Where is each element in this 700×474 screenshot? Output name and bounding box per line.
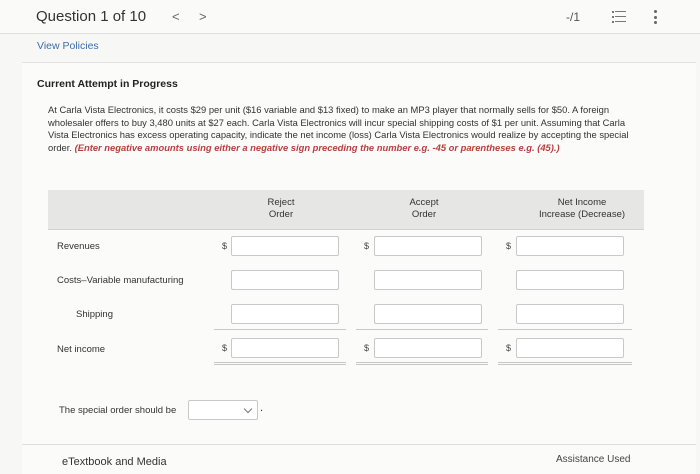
- net-income-reject-input[interactable]: [231, 338, 339, 358]
- question-counter: Question 1 of 10: [36, 8, 147, 25]
- decision-label: The special order should be: [59, 405, 177, 416]
- shipping-reject-input[interactable]: [231, 304, 339, 324]
- subtotal-underline: [356, 329, 488, 330]
- variable-manufacturing-reject-input[interactable]: [231, 270, 339, 290]
- variable-manufacturing-difference-input[interactable]: [516, 270, 624, 290]
- previous-question-button[interactable]: <: [172, 9, 180, 24]
- list-icon[interactable]: [612, 11, 626, 23]
- column-header-reject: Reject Order: [267, 197, 295, 220]
- score-display: -/1: [566, 10, 581, 24]
- total-double-underline: [214, 362, 346, 365]
- decision-select[interactable]: [188, 400, 258, 420]
- next-question-button[interactable]: >: [199, 9, 207, 24]
- revenues-reject-input[interactable]: [231, 236, 339, 256]
- net-income-difference-input[interactable]: [516, 338, 624, 358]
- subtotal-underline: [498, 329, 632, 330]
- variable-manufacturing-accept-input[interactable]: [374, 270, 482, 290]
- column-header-accept: Accept Order: [409, 197, 439, 220]
- chevron-down-icon: [243, 404, 253, 414]
- decision-period: .: [260, 402, 264, 414]
- revenues-accept-input[interactable]: [374, 236, 482, 256]
- column-header-net-income: Net Income Increase (Decrease): [538, 197, 626, 220]
- shipping-difference-input[interactable]: [516, 304, 624, 324]
- attempt-status: Current Attempt in Progress: [37, 78, 178, 90]
- currency-symbol: $: [506, 343, 512, 353]
- row-label-shipping: Shipping: [76, 309, 113, 320]
- currency-symbol: $: [364, 343, 370, 353]
- row-label-net-income: Net income: [57, 344, 106, 355]
- currency-symbol: $: [506, 241, 512, 251]
- row-label-variable-manufacturing: Costs–Variable manufacturing: [57, 275, 184, 286]
- net-income-accept-input[interactable]: [374, 338, 482, 358]
- currency-symbol: $: [222, 343, 228, 353]
- view-policies-link[interactable]: View Policies: [37, 40, 99, 52]
- subtotal-underline: [214, 329, 346, 330]
- assistance-used-label: Assistance Used: [556, 454, 631, 465]
- row-label-revenues: Revenues: [57, 241, 100, 252]
- currency-symbol: $: [364, 241, 370, 251]
- etextbook-link[interactable]: eTextbook and Media: [62, 456, 167, 468]
- total-double-underline: [356, 362, 488, 365]
- problem-statement: At Carla Vista Electronics, it costs $29…: [48, 104, 648, 154]
- shipping-accept-input[interactable]: [374, 304, 482, 324]
- instruction-text: (Enter negative amounts using either a n…: [74, 141, 560, 153]
- more-vertical-icon[interactable]: [654, 10, 658, 24]
- total-double-underline: [498, 362, 632, 365]
- revenues-difference-input[interactable]: [516, 236, 624, 256]
- currency-symbol: $: [222, 241, 228, 251]
